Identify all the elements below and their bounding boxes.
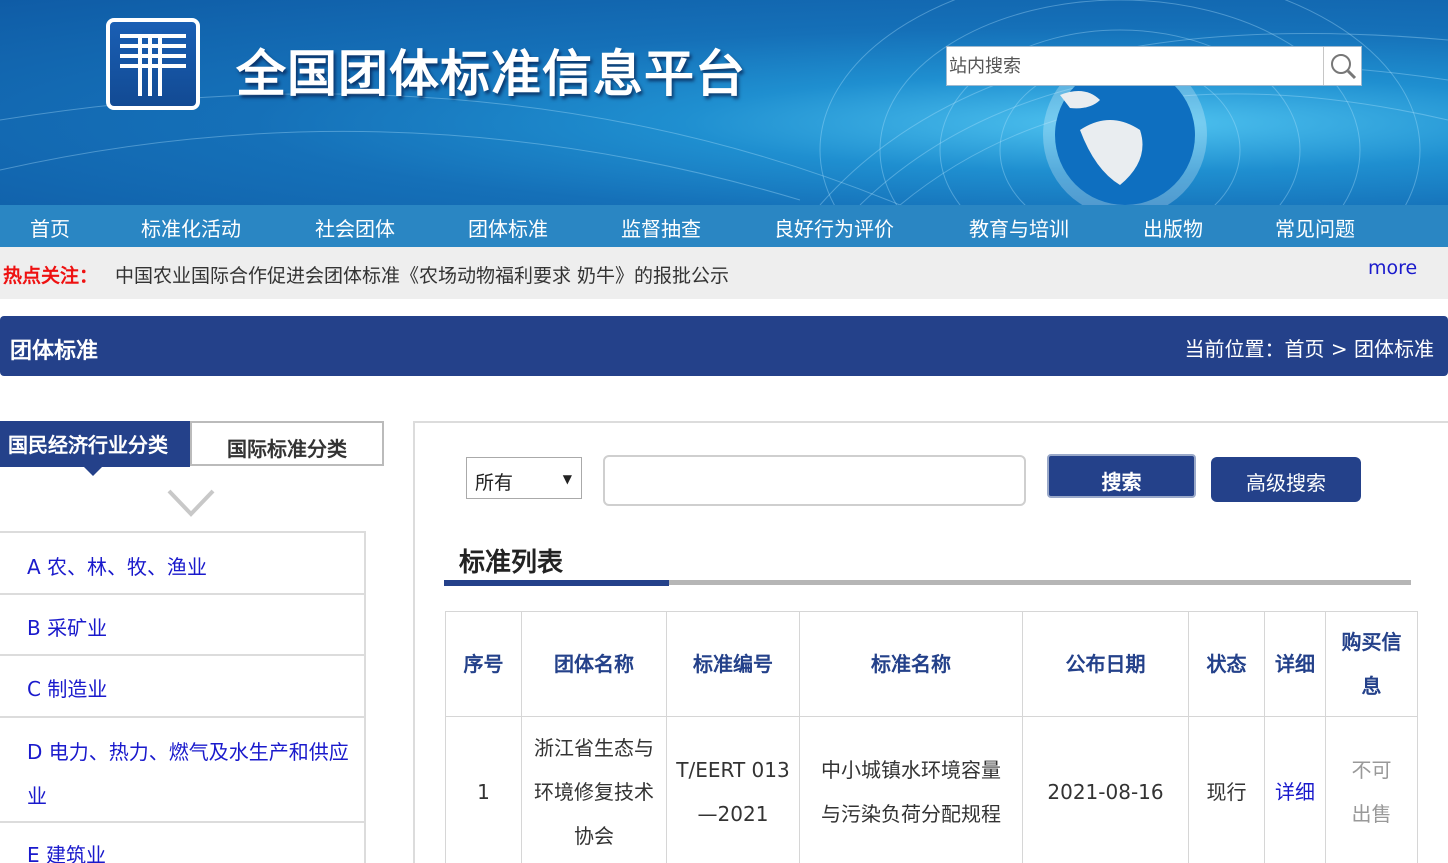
- chevron-down-icon: [167, 489, 215, 517]
- tab-pointer: [84, 467, 102, 476]
- category-item-e[interactable]: E 建筑业: [0, 823, 364, 863]
- col-header-index: 序号: [445, 611, 522, 717]
- section-header: 团体标准 当前位置：首页 > 团体标准: [0, 316, 1448, 376]
- category-list: A 农、林、牧、渔业 B 采矿业 C 制造业 D 电力、热力、燃气及水生产和供应…: [0, 531, 366, 863]
- advanced-search-button[interactable]: 高级搜索: [1211, 457, 1361, 502]
- main-nav: 首页 标准化活动 社会团体 团体标准 监督抽查 良好行为评价 教育与培训 出版物…: [0, 205, 1448, 247]
- search-icon[interactable]: [1323, 47, 1361, 85]
- scope-select-value: 所有: [475, 472, 514, 494]
- hot-label: 热点关注：: [3, 265, 99, 287]
- col-header-code: 标准编号: [666, 611, 800, 717]
- tab-international-classification[interactable]: 国际标准分类: [190, 421, 384, 466]
- table-header-row: 序号 团体名称 标准编号 标准名称 公布日期 状态 详细 购买信息: [445, 611, 1418, 717]
- title-underline: [444, 580, 669, 586]
- cell-index: 1: [445, 716, 522, 863]
- scope-select[interactable]: 所有 ▼: [466, 457, 582, 499]
- caret-down-icon: ▼: [562, 472, 572, 486]
- cell-purchase: 不可出售: [1325, 716, 1418, 863]
- hot-news-link[interactable]: 中国农业国际合作促进会团体标准《农场动物福利要求 奶牛》的报批公示: [115, 261, 729, 288]
- site-banner: 全国团体标准信息平台: [0, 0, 1448, 205]
- cell-status: 现行: [1188, 716, 1265, 863]
- nav-item-evaluation[interactable]: 良好行为评价: [774, 213, 894, 242]
- title-divider: [669, 580, 1411, 585]
- logo-icon[interactable]: [106, 18, 200, 110]
- site-search-input[interactable]: [947, 47, 1325, 85]
- col-header-detail: 详细: [1264, 611, 1326, 717]
- col-header-date: 公布日期: [1022, 611, 1189, 717]
- site-search: [946, 46, 1362, 86]
- standard-search-input[interactable]: [603, 455, 1026, 506]
- hot-news-bar: 热点关注： 中国农业国际合作促进会团体标准《农场动物福利要求 奶牛》的报批公示 …: [0, 247, 1448, 299]
- col-header-status: 状态: [1188, 611, 1265, 717]
- cell-code: T/EERT 013—2021: [666, 716, 800, 863]
- nav-item-training[interactable]: 教育与培训: [969, 213, 1069, 242]
- tab-label: 国民经济行业分类: [8, 433, 168, 457]
- breadcrumb: 当前位置：首页 > 团体标准: [1184, 337, 1434, 361]
- category-item-c[interactable]: C 制造业: [0, 656, 364, 718]
- col-header-org: 团体名称: [521, 611, 667, 717]
- nav-item-faq[interactable]: 常见问题: [1275, 213, 1355, 242]
- nav-item-home[interactable]: 首页: [30, 213, 70, 242]
- col-header-purchase: 购买信息: [1325, 611, 1418, 717]
- nav-item-supervision[interactable]: 监督抽查: [621, 213, 701, 242]
- cell-name: 中小城镇水环境容量与污染负荷分配规程: [799, 716, 1023, 863]
- cell-org: 浙江省生态与环境修复技术协会: [521, 716, 667, 863]
- search-button[interactable]: 搜索: [1047, 454, 1196, 498]
- nav-item-organizations[interactable]: 社会团体: [315, 213, 395, 242]
- more-link[interactable]: more: [1368, 257, 1417, 279]
- tab-industry-classification[interactable]: 国民经济行业分类: [0, 421, 190, 476]
- category-item-b[interactable]: B 采矿业: [0, 595, 364, 656]
- cell-date: 2021-08-16: [1022, 716, 1189, 863]
- category-item-a[interactable]: A 农、林、牧、渔业: [0, 533, 364, 595]
- page-title: 团体标准: [10, 339, 99, 364]
- table-row: 1 浙江省生态与环境修复技术协会 T/EERT 013—2021 中小城镇水环境…: [445, 716, 1418, 863]
- nav-item-publications[interactable]: 出版物: [1143, 213, 1203, 242]
- nav-item-group-standards[interactable]: 团体标准: [468, 213, 548, 242]
- category-item-d[interactable]: D 电力、热力、燃气及水生产和供应业: [0, 718, 364, 823]
- standards-table: 序号 团体名称 标准编号 标准名称 公布日期 状态 详细 购买信息 1 浙江省生…: [445, 611, 1418, 863]
- col-header-name: 标准名称: [799, 611, 1023, 717]
- site-title: 全国团体标准信息平台: [236, 45, 746, 103]
- list-title: 标准列表: [459, 548, 564, 578]
- nav-item-standardization[interactable]: 标准化活动: [141, 213, 241, 242]
- detail-link[interactable]: 详细: [1264, 716, 1326, 863]
